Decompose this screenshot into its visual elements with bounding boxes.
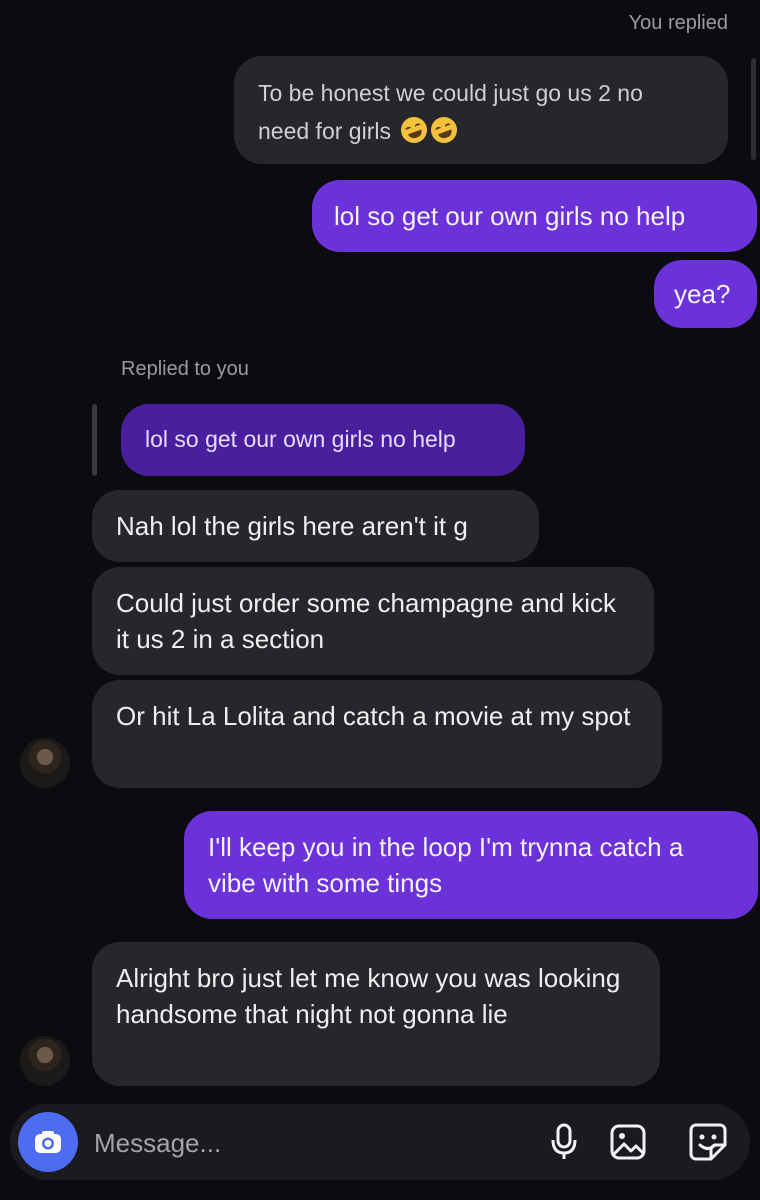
contact-avatar[interactable] [20,738,70,788]
sticker-button[interactable] [686,1120,730,1164]
my-message[interactable]: yea? [654,260,757,328]
quoted-message-line2: need for girls [258,118,391,144]
gallery-button[interactable] [606,1120,650,1164]
replied-to-you-label: Replied to you [121,358,249,380]
their-message[interactable]: Nah lol the girls here aren't it g [92,490,539,562]
my-message[interactable]: I'll keep you in the loop I'm trynna cat… [184,811,758,919]
microphone-button[interactable] [542,1120,586,1164]
their-message[interactable]: Could just order some champagne and kick… [92,567,654,675]
reply-preview-message[interactable]: lol so get our own girls no help [121,404,525,476]
scrollbar[interactable] [751,58,756,160]
message-composer [10,1104,750,1180]
quoted-message[interactable]: To be honest we could just go us 2 no ne… [234,56,728,164]
contact-avatar[interactable] [20,1036,70,1086]
rolling-laughing-emoji-icon [427,113,462,147]
microphone-icon [551,1123,577,1159]
their-message[interactable]: Or hit La Lolita and catch a movie at my… [92,680,662,788]
sticker-icon [689,1123,727,1161]
image-icon [610,1124,646,1160]
rolling-laughing-emoji-icon [397,113,432,147]
my-message[interactable]: lol so get our own girls no help [312,180,757,252]
reply-indicator-bar [92,404,97,476]
their-message[interactable]: Alright bro just let me know you was loo… [92,942,660,1086]
you-replied-label: You replied [628,12,728,34]
message-input[interactable] [92,1122,496,1164]
quoted-message-line1: To be honest we could just go us 2 no [258,80,643,106]
message-thread: You replied To be honest we could just g… [0,0,760,1100]
camera-icon [35,1131,61,1153]
camera-button[interactable] [18,1112,78,1172]
